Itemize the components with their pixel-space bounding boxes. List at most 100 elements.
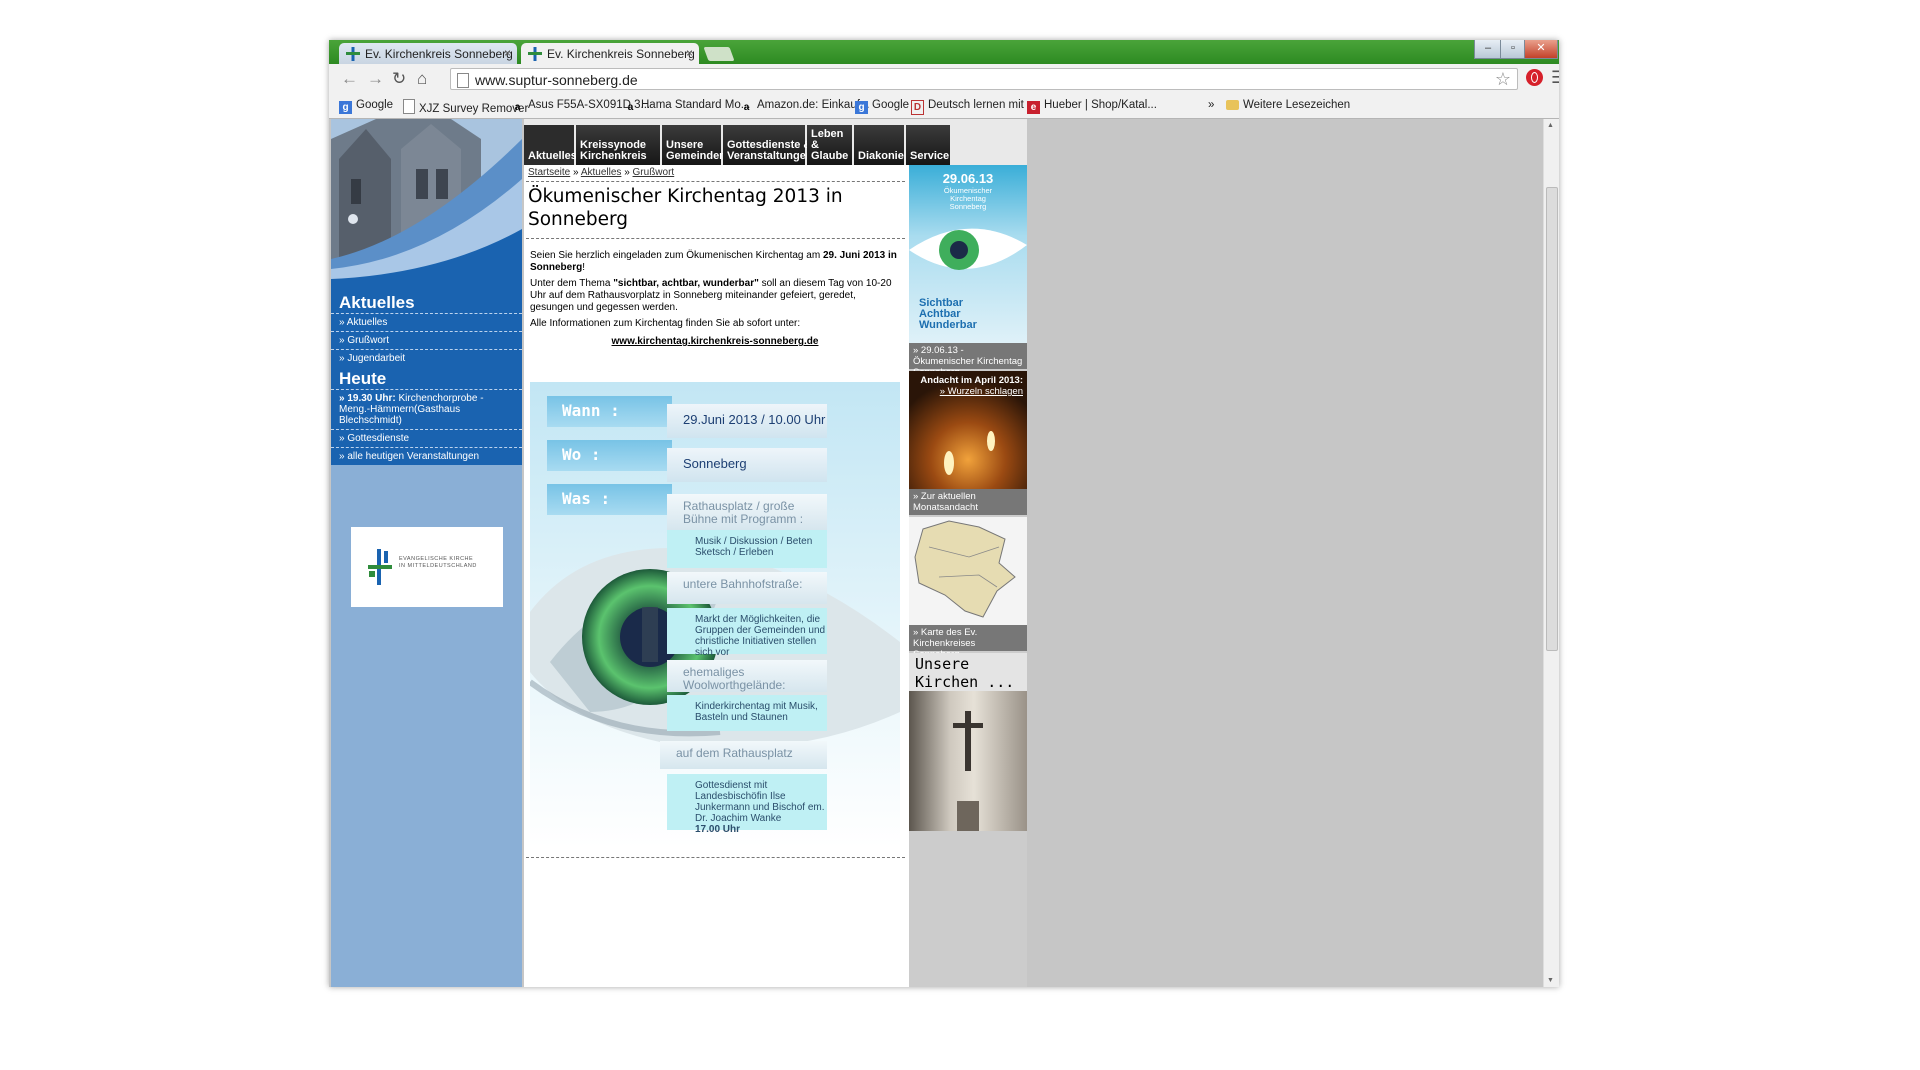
- browser-window: Ev. Kirchenkreis Sonneberg × Ev. Kirchen…: [329, 40, 1559, 987]
- menu-icon[interactable]: ☰: [1551, 68, 1559, 88]
- divider: [526, 181, 905, 182]
- poster-words: Sichtbar Achtbar Wunderbar: [919, 297, 977, 331]
- maximize-button[interactable]: ▫: [1500, 40, 1526, 59]
- flyer-was-1-desc: Musik / Diskussion / Beten Sketsch / Erl…: [667, 530, 827, 568]
- forward-icon[interactable]: →: [367, 69, 384, 89]
- opera-icon[interactable]: [1526, 69, 1543, 86]
- sidebar-item-all-events[interactable]: » alle heutigen Veranstaltungen: [331, 447, 522, 465]
- candle-flames-icon: [944, 431, 995, 475]
- andacht-candles-image[interactable]: Andacht im April 2013: » Wurzeln schlage…: [909, 371, 1027, 489]
- flyer-was-2-desc: Markt der Möglichkeiten, die Gruppen der…: [667, 608, 827, 658]
- reload-icon[interactable]: ↻: [392, 69, 406, 89]
- info-paragraph: Alle Informationen zum Kirchentag finden…: [530, 318, 801, 329]
- theme-paragraph: Unter dem Thema "sichtbar, achtbar, wund…: [530, 278, 892, 313]
- ekm-logo-text: EVANGELISCHE KIRCHE IN MITTELDEUTSCHLAND: [399, 556, 477, 569]
- church-interior-image[interactable]: [909, 691, 1027, 831]
- kirchentag-poster[interactable]: 29.06.13 Ökumenischer Kirchentag Sonnebe…: [909, 165, 1027, 343]
- folder-icon: [1226, 100, 1239, 110]
- kirchen-heading[interactable]: Unsere Kirchen ...: [909, 653, 1027, 691]
- nav-leben-glaube[interactable]: Leben & Glaube: [807, 125, 852, 165]
- heute-section: Heute » 19.30 Uhr: Kirchenchorprobe - Me…: [331, 365, 522, 465]
- nav-diakonie[interactable]: Diakonie: [854, 125, 904, 165]
- bookmarks-more-button[interactable]: »: [1208, 99, 1214, 111]
- new-tab-button[interactable]: [703, 47, 735, 61]
- amazon-icon: a: [627, 102, 634, 113]
- scroll-up-icon[interactable]: ▲: [1547, 122, 1554, 129]
- bookmark-item[interactable]: g Google: [339, 99, 393, 114]
- scroll-thumb[interactable]: [1546, 187, 1558, 651]
- kirchentag-flyer: Wann : 29.Juni 2013 / 10.00 Uhr Wo : Son…: [530, 382, 900, 847]
- page-title: Ökumenischer Kirchentag 2013 in Sonneber…: [528, 186, 843, 230]
- map-icon: [914, 520, 1016, 618]
- nav-kreissynode[interactable]: Kreissynode Kirchenkreis: [576, 125, 660, 165]
- aktuelles-heading: Aktuelles: [339, 293, 415, 312]
- nav-gemeinden[interactable]: Unsere Gemeinden: [662, 125, 726, 165]
- minimize-button[interactable]: –: [1474, 40, 1502, 59]
- nav-aktuelles[interactable]: Aktuelles: [524, 125, 577, 165]
- page-icon: [403, 99, 415, 114]
- ekm-logo[interactable]: EVANGELISCHE KIRCHE IN MITTELDEUTSCHLAND: [351, 527, 503, 607]
- nav-gottesdienste[interactable]: Gottesdienste & Veranstaltungen: [723, 125, 813, 165]
- scroll-down-icon[interactable]: ▼: [1547, 977, 1554, 984]
- sidebar-item-gottesdienste[interactable]: » Gottesdienste: [331, 429, 522, 447]
- kirchenkreis-map[interactable]: [909, 517, 1027, 625]
- tab-1[interactable]: Ev. Kirchenkreis Sonneberg ×: [339, 43, 517, 64]
- tab-close-icon[interactable]: ×: [504, 46, 511, 60]
- page-background: [1027, 119, 1543, 987]
- favicon-cross-icon: [528, 47, 542, 61]
- bookmarks-bar: g Google XJZ Survey Remover a Asus F55A-SX…: [329, 94, 1559, 119]
- breadcrumb: Startseite » Aktuelles » Grußwort: [528, 167, 675, 178]
- flyer-was-4: auf dem Rathausplatz: [660, 741, 827, 769]
- flyer-wo-label: Wo :: [547, 440, 672, 471]
- tab-title: Ev. Kirchenkreis Sonneberg: [547, 47, 695, 61]
- bookmark-item[interactable]: a Amazon.de: Einkauf...: [740, 99, 870, 114]
- heute-heading: Heute: [339, 369, 387, 388]
- kirchentag-link-wrap: www.kirchentag.kirchenkreis-sonneberg.de: [530, 336, 900, 348]
- bookmark-item[interactable]: e Hueber | Shop/Katal...: [1027, 99, 1157, 114]
- back-icon[interactable]: ←: [341, 69, 358, 89]
- tab-close-icon[interactable]: ×: [686, 46, 693, 60]
- sidebar-item-event[interactable]: » 19.30 Uhr: Kirchenchorprobe - Meng.-Hä…: [331, 389, 522, 429]
- close-window-button[interactable]: ✕: [1524, 40, 1558, 59]
- hueber-icon: e: [1027, 101, 1040, 114]
- andacht-caption[interactable]: » Zur aktuellen Monatsandacht: [909, 489, 1027, 515]
- page-viewport: Aktuelles » Aktuelles » Grußwort » Jugen…: [329, 119, 1543, 987]
- main-content: Startseite » Aktuelles » Grußwort Ökumen…: [524, 165, 909, 987]
- url-text: www.suptur-sonneberg.de: [475, 72, 638, 88]
- map-caption[interactable]: » Karte des Ev. Kirchenkreises Sonneberg: [909, 625, 1027, 660]
- home-icon[interactable]: ⌂: [417, 69, 427, 89]
- flyer-was-1: Rathausplatz / große Bühne mit Programm …: [667, 494, 827, 530]
- breadcrumb-grusswort[interactable]: Grußwort: [633, 167, 675, 178]
- amazon-icon: a: [743, 102, 750, 113]
- google-icon: g: [855, 101, 868, 114]
- flyer-was-4-desc: Gottesdienst mit Landesbischöfin Ilse Ju…: [667, 774, 827, 835]
- favicon-cross-icon: [346, 47, 360, 61]
- bookmark-item[interactable]: XJZ Survey Remover: [403, 99, 528, 115]
- google-icon: g: [339, 101, 352, 114]
- deutsch-icon: D: [911, 100, 924, 115]
- sidebar-item-aktuelles[interactable]: » Aktuelles: [331, 313, 522, 331]
- bookmark-item[interactable]: g Google: [855, 99, 909, 114]
- breadcrumb-startseite[interactable]: Startseite: [528, 167, 570, 178]
- divider: [526, 857, 905, 858]
- flyer-was-3: ehemaliges Woolworthgelände:: [667, 660, 827, 692]
- nav-service[interactable]: Service: [906, 125, 950, 165]
- bookmark-star-icon[interactable]: ☆: [1495, 69, 1511, 90]
- main-navigation: Aktuelles Kreissynode Kirchenkreis Unser…: [524, 119, 1054, 165]
- intro-paragraph: Seien Sie herzlich eingeladen zum Ökumen…: [530, 250, 897, 273]
- church-illustration: [331, 119, 522, 289]
- flyer-wo-value: Sonneberg: [667, 448, 827, 482]
- church-header-image: [331, 119, 522, 289]
- breadcrumb-aktuelles[interactable]: Aktuelles: [581, 167, 622, 178]
- bookmark-item[interactable]: D Deutsch lernen mit ...: [911, 99, 1037, 115]
- browser-toolbar: ← → ↻ ⌂ www.suptur-sonneberg.de ☆ ☰: [329, 64, 1559, 94]
- vertical-scrollbar[interactable]: ▲ ▼: [1543, 119, 1559, 987]
- kirchentag-link[interactable]: www.kirchentag.kirchenkreis-sonneberg.de: [612, 336, 819, 347]
- sidebar-item-grusswort[interactable]: » Grußwort: [331, 331, 522, 349]
- address-bar[interactable]: www.suptur-sonneberg.de ☆: [450, 68, 1518, 90]
- poster-caption[interactable]: » 29.06.13 - Ökumenischer Kirchentag Son…: [909, 343, 1027, 378]
- other-bookmarks[interactable]: Weitere Lesezeichen: [1226, 99, 1350, 111]
- bookmark-item[interactable]: a Hama Standard Mo...: [624, 99, 751, 114]
- page-icon: [457, 73, 469, 88]
- tab-2[interactable]: Ev. Kirchenkreis Sonneberg ×: [521, 43, 699, 64]
